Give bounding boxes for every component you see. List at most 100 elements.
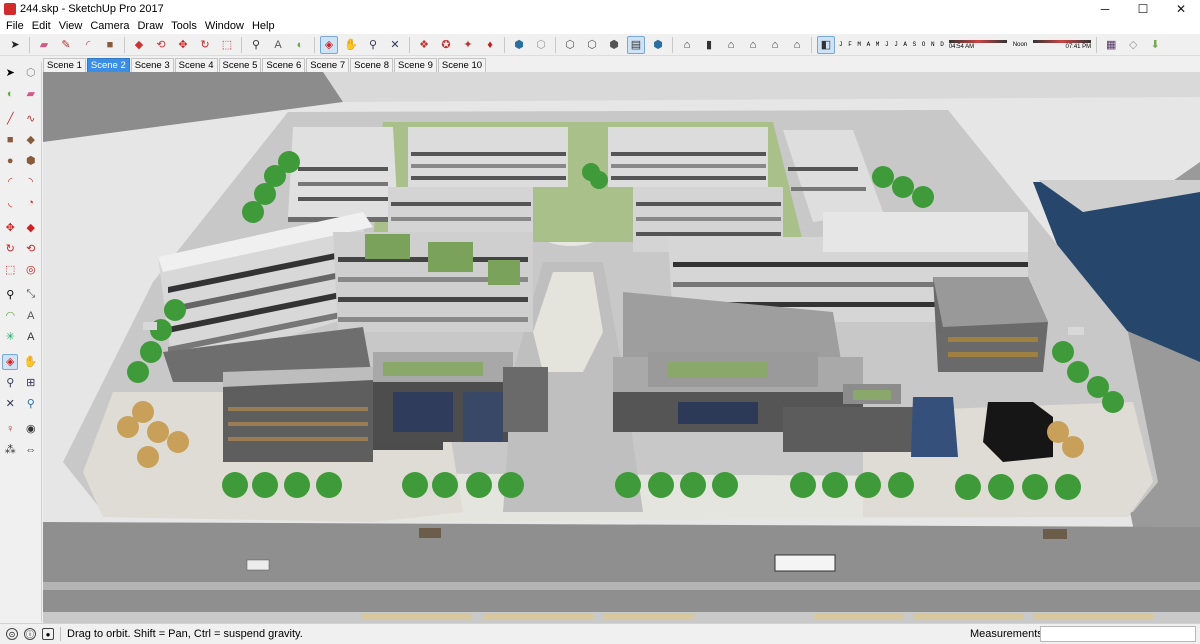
tape-measure-icon[interactable]: ⚲	[2, 287, 18, 303]
position-camera-icon[interactable]: ♀	[2, 421, 18, 437]
zoom-extents-icon[interactable]: ✕	[2, 396, 18, 412]
close-button[interactable]: ✕	[1162, 0, 1200, 18]
three-point-arc-icon[interactable]: ◟	[2, 195, 18, 211]
tab-scene-1[interactable]: Scene 1	[43, 58, 86, 72]
model-viewport[interactable]	[43, 72, 1200, 623]
tape-measure-icon[interactable]: ⚲	[247, 36, 265, 54]
tab-scene-10[interactable]: Scene 10	[437, 58, 487, 72]
zoom-icon[interactable]: ⚲	[2, 375, 18, 391]
polygon-icon[interactable]: ⬢	[23, 153, 39, 169]
rotated-rectangle-icon[interactable]: ◆	[23, 132, 39, 148]
line-icon[interactable]: ╱	[2, 111, 18, 127]
follow-me-icon[interactable]: ⟲	[152, 36, 170, 54]
rectangle-icon[interactable]: ■	[101, 36, 119, 54]
paint-bucket-icon[interactable]: ◐	[2, 86, 18, 102]
zoom-icon[interactable]: ⚲	[364, 36, 382, 54]
menu-window[interactable]: Window	[201, 20, 248, 32]
3d-text-icon[interactable]: A	[23, 329, 39, 345]
user-icon[interactable]: ●	[42, 628, 54, 640]
shaded-textures-icon[interactable]: ▤	[627, 35, 645, 54]
move-icon[interactable]: ✥	[2, 220, 18, 236]
rotate-icon[interactable]: ↻	[196, 36, 214, 54]
maximize-button[interactable]: ☐	[1124, 0, 1162, 18]
measurements-field[interactable]	[1040, 626, 1196, 642]
right-view-icon[interactable]: ⌂	[744, 36, 762, 54]
section-plane-icon[interactable]: ⇔	[23, 442, 39, 458]
select-icon[interactable]: ➤	[2, 65, 18, 81]
arc-icon[interactable]: ◜	[2, 174, 18, 190]
tab-scene-2[interactable]: Scene 2	[86, 58, 130, 72]
tab-scene-7[interactable]: Scene 7	[306, 58, 350, 72]
shadow-time-slider-end[interactable]: 07:41 PM	[1033, 38, 1092, 52]
push-pull-icon[interactable]: ◆	[130, 36, 148, 54]
shadow-time-slider[interactable]: 04:54 AM	[948, 38, 1007, 52]
paint-bucket-icon[interactable]: ◐	[291, 36, 309, 54]
geo-location-icon[interactable]: ⊙	[6, 628, 18, 640]
monochrome-icon[interactable]: ⬢	[649, 36, 667, 54]
wireframe-icon[interactable]: ⬡	[561, 36, 579, 54]
xray-icon[interactable]: ⬢	[510, 36, 528, 54]
move-icon[interactable]: ✥	[174, 36, 192, 54]
pie-icon[interactable]: ◔	[23, 195, 39, 211]
follow-me-icon[interactable]: ⟲	[23, 241, 39, 257]
fog-icon[interactable]: ◇	[1124, 36, 1142, 54]
rectangle-icon[interactable]: ■	[2, 132, 18, 148]
rotate-icon[interactable]: ↻	[2, 241, 18, 257]
text-icon[interactable]: A	[23, 308, 39, 324]
left-view-icon[interactable]: ⌂	[788, 36, 806, 54]
section-plane-icon[interactable]: ▦	[1102, 36, 1120, 54]
walk-icon[interactable]: ⁂	[2, 442, 18, 458]
menu-help[interactable]: Help	[248, 20, 279, 32]
tab-scene-8[interactable]: Scene 8	[350, 58, 393, 72]
tab-scene-6[interactable]: Scene 6	[262, 58, 306, 72]
offset-icon[interactable]: ◎	[23, 262, 39, 278]
scale-icon[interactable]: ⬚	[2, 262, 18, 278]
eraser-icon[interactable]: ▰	[35, 36, 53, 54]
extension-icon[interactable]: ✪	[437, 36, 455, 54]
shaded-icon[interactable]: ⬢	[605, 36, 623, 54]
zoom-window-icon[interactable]: ⊞	[23, 375, 39, 391]
credits-icon[interactable]: ⓘ	[24, 628, 36, 640]
components-icon[interactable]: ✦	[459, 36, 477, 54]
freehand-icon[interactable]: ∿	[23, 111, 39, 127]
shadows-toggle-icon[interactable]: ◧	[817, 35, 835, 54]
circle-icon[interactable]: ●	[2, 153, 18, 169]
pencil-icon[interactable]: ✎	[57, 36, 75, 54]
axes-icon[interactable]: ✳	[2, 329, 18, 345]
pan-icon[interactable]: ✋	[342, 36, 360, 54]
two-point-arc-icon[interactable]: ◝	[23, 174, 39, 190]
front-view-icon[interactable]: ⌂	[722, 36, 740, 54]
orbit-icon[interactable]: ◈	[320, 35, 338, 54]
back-edges-icon[interactable]: ⬡	[532, 36, 550, 54]
text-icon[interactable]: A	[269, 36, 287, 54]
menu-draw[interactable]: Draw	[133, 20, 167, 32]
hidden-line-icon[interactable]: ⬡	[583, 36, 601, 54]
pan-icon[interactable]: ✋	[23, 354, 39, 370]
minimize-button[interactable]: ─	[1086, 0, 1124, 18]
scale-icon[interactable]: ⬚	[218, 36, 236, 54]
arc-icon[interactable]: ◜	[79, 36, 97, 54]
ruby-icon[interactable]: ♦	[481, 36, 499, 54]
dimension-icon[interactable]: ⤡	[23, 287, 39, 303]
warehouse-icon[interactable]: ❖	[415, 36, 433, 54]
top-view-icon[interactable]: ▮	[700, 36, 718, 54]
menu-file[interactable]: File	[2, 20, 28, 32]
back-view-icon[interactable]: ⌂	[766, 36, 784, 54]
look-around-icon[interactable]: ◉	[23, 421, 39, 437]
tab-scene-4[interactable]: Scene 4	[174, 58, 218, 72]
protractor-icon[interactable]: ◠	[2, 308, 18, 324]
eraser-icon[interactable]: ▰	[23, 86, 39, 102]
zoom-extents-icon[interactable]: ✕	[386, 36, 404, 54]
menu-view[interactable]: View	[55, 20, 87, 32]
menu-edit[interactable]: Edit	[28, 20, 55, 32]
iso-view-icon[interactable]: ⌂	[678, 36, 696, 54]
sandbox-icon[interactable]: ⬇	[1146, 36, 1164, 54]
shadow-month-scale[interactable]: J F M A M J J A S O N D	[839, 41, 945, 48]
tab-scene-5[interactable]: Scene 5	[218, 58, 262, 72]
select-icon[interactable]: ➤	[6, 36, 24, 54]
push-pull-icon[interactable]: ◆	[23, 220, 39, 236]
menu-tools[interactable]: Tools	[167, 20, 201, 32]
tab-scene-3[interactable]: Scene 3	[130, 58, 174, 72]
tab-scene-9[interactable]: Scene 9	[394, 58, 437, 72]
menu-camera[interactable]: Camera	[86, 20, 133, 32]
